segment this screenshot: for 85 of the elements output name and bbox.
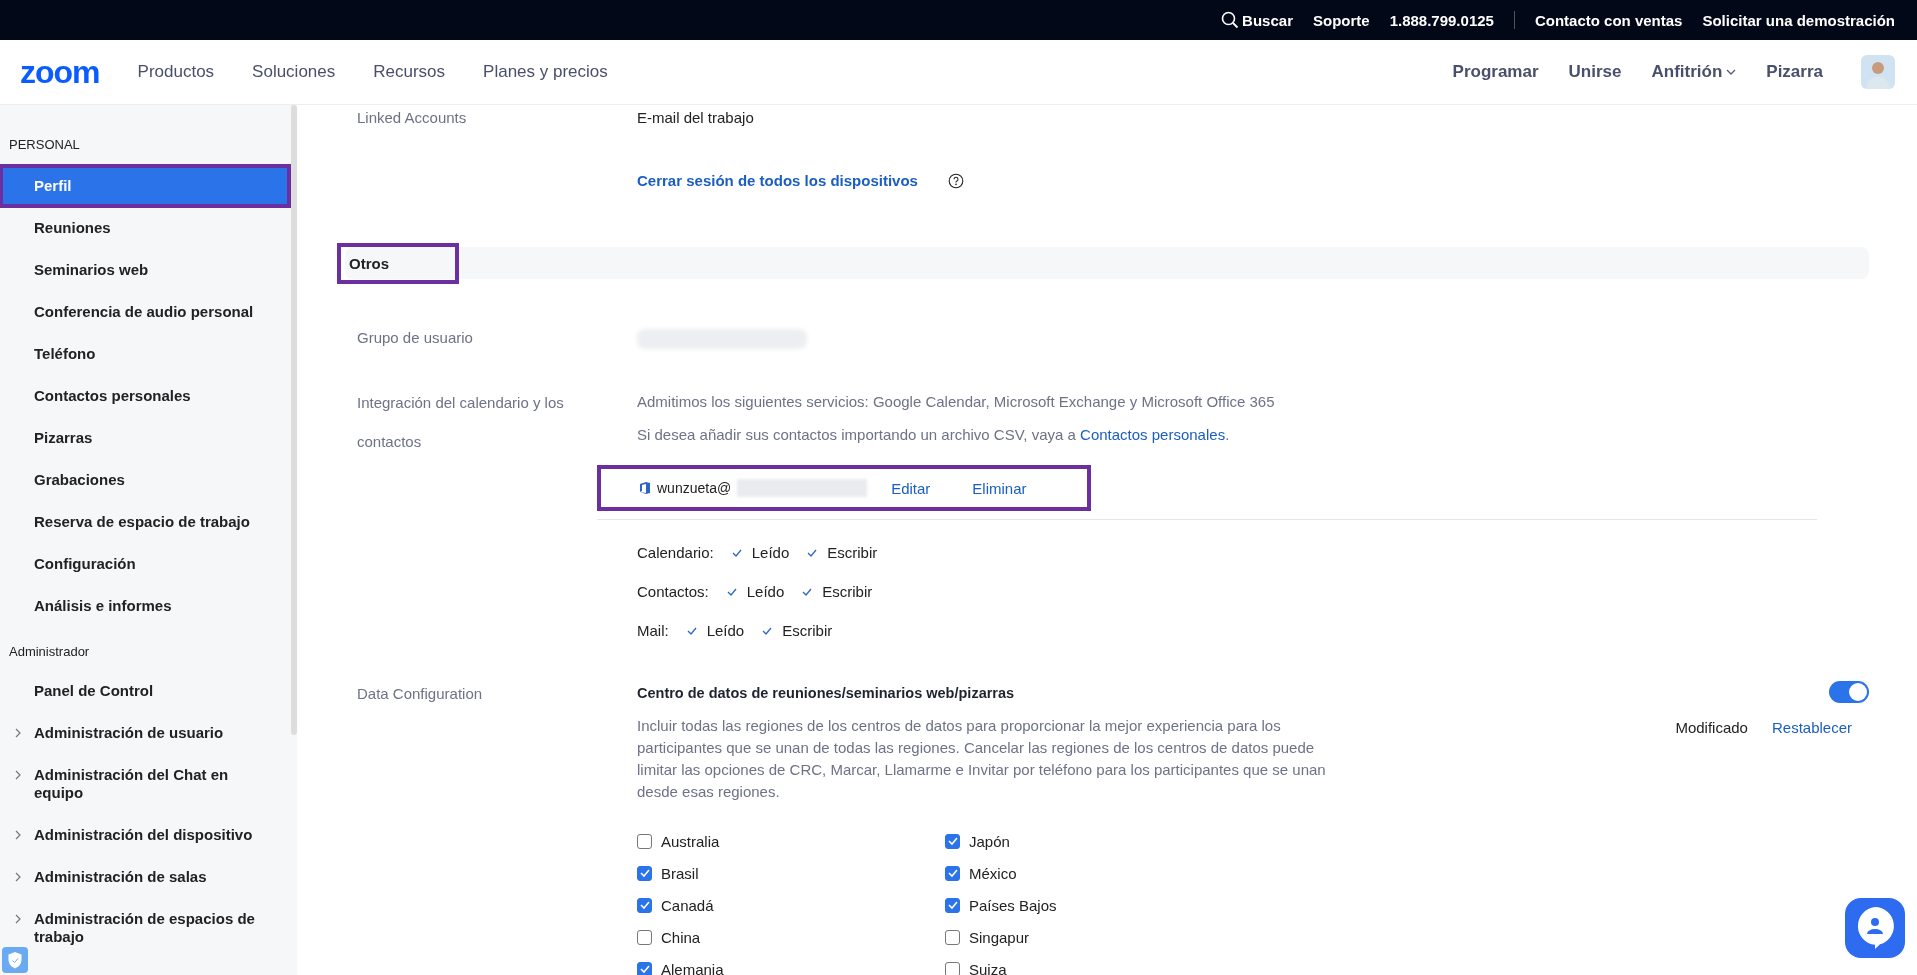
toggle-switch[interactable] [1829,681,1869,703]
checkbox-label: Suiza [969,960,1007,975]
shield-icon[interactable] [2,947,28,973]
csv-text: Si desea añadir sus contactos importando un archivo CSV, vaya a Contactos personales. [637,426,1231,443]
checkbox[interactable] [637,833,652,849]
setting-title: Centro de datos de reuniones/seminarios web/pizarras [637,685,1016,701]
section-title: Otros [337,242,459,284]
checkbox[interactable] [945,865,960,881]
field-value: E-mail del trabajo [637,109,755,126]
permission-label: Calendario: [637,544,714,561]
sidebar-item[interactable]: Configuración [3,546,287,582]
nav-link[interactable]: Unirse [1568,62,1622,82]
sidebar-item[interactable]: Administración de usuario [3,715,287,751]
delete-link[interactable]: Eliminar [972,479,1027,497]
sidebar-item[interactable]: Reserva de espacio de trabajo [3,504,287,540]
checkbox[interactable] [945,897,960,913]
signout-link[interactable]: Cerrar sesión de todos los dispositivos [637,172,918,189]
sidebar-item[interactable]: Administración del Chat en equipo [3,757,287,811]
checkbox-label: China [661,928,701,946]
permission-name: Escribir [827,544,878,561]
permission-name: Leído [751,544,790,561]
permission-name: Leído [746,583,785,600]
permission-name: Escribir [822,583,873,600]
checkbox-label: México [969,864,1017,882]
avatar[interactable] [1861,55,1895,89]
checkbox-label: Países Bajos [969,896,1057,914]
nav-link[interactable]: Soluciones [252,62,336,82]
field-label: Grupo de usuario [357,329,474,348]
sidebar-item[interactable]: Análisis e informes [3,588,287,624]
sidebar-heading: PERSONAL [8,136,81,154]
permission-name: Leído [706,622,745,639]
sidebar-item[interactable]: Contactos personales [3,378,287,414]
checkbox[interactable] [637,897,652,913]
top-link[interactable]: Soporte [1312,11,1370,29]
sidebar-item[interactable]: Seminarios web [3,252,287,288]
sidebar-item[interactable]: Panel de Control [3,673,287,709]
nav-link[interactable]: Recursos [373,62,446,82]
sidebar-item[interactable]: Teléfono [3,336,287,372]
office-icon [639,481,651,495]
checkbox[interactable] [637,865,652,881]
reset-link[interactable]: Restablecer [1771,719,1852,736]
status-text: Modificado [1675,719,1748,736]
permission-name: Escribir [782,622,833,639]
top-link[interactable]: Solicitar una demostración [1702,11,1895,29]
checkbox[interactable] [637,961,652,975]
checkbox-label: Japón [969,832,1010,850]
checkbox-label: Brasil [661,864,699,882]
sidebar-item[interactable]: Conferencia de audio personal [3,294,287,330]
top-link[interactable]: Contacto con ventas [1534,11,1683,29]
field-label: Integración del calendario y los contactos [357,393,565,452]
search-icon [1221,11,1240,29]
help-icon[interactable] [947,172,964,189]
checkbox-label: Australia [661,832,720,850]
checkbox-label: Singapur [969,928,1030,946]
checkbox[interactable] [945,961,960,975]
nav-link[interactable]: Planes y precios [483,62,608,82]
setting-description: Incluir todas las regiones de los centros de datos para proporcionar la mejor experiencia para los participantes que se unan de todas las regiones. Cancelar las regiones de los centros de datos puede limitar las opciones de CRC, Marcar, Llamarme e Invitar por teléfono para los participantes que se unan desde esas regiones. [637,716,1327,802]
edit-link[interactable]: Editar [891,479,931,497]
sidebar-item[interactable]: Administración de salas [3,859,287,895]
scrollbar[interactable] [291,105,297,735]
field-label: Linked Accounts [357,109,468,128]
permission-label: Contactos: [637,583,709,600]
sidebar-item[interactable]: Administración de espacios de trabajo [3,901,287,955]
checkbox-label: Canadá [661,896,714,914]
sidebar-item[interactable]: Grabaciones [3,462,287,498]
chat-button[interactable] [1845,898,1905,958]
account-email: wunzueta@ [657,480,732,496]
nav-link[interactable]: Productos [137,62,215,82]
permission-label: Mail: [637,622,669,639]
services-text: Admitimos los siguientes servicios: Google Calendar, Microsoft Exchange y Microsoft Office 365 [637,393,1276,410]
checkbox[interactable] [945,833,960,849]
sidebar-item[interactable]: Administración del dispositivo [3,817,287,853]
sidebar-item[interactable]: Reuniones [3,210,287,246]
sidebar-item[interactable]: Pizarras [3,420,287,456]
checkbox-label: Alemania [661,960,724,975]
nav-link[interactable]: Anfitrión [1651,62,1737,82]
nav-link[interactable]: Programar [1452,62,1539,82]
top-link[interactable]: 1.888.799.0125 [1389,11,1494,29]
sidebar-heading: Administrador [8,643,91,661]
logo[interactable]: zoom [20,53,100,91]
checkbox[interactable] [637,929,652,945]
checkbox[interactable] [945,929,960,945]
search-button[interactable]: Buscar [1221,11,1293,29]
field-label: Data Configuration [357,685,484,704]
nav-link[interactable]: Pizarra [1766,62,1823,82]
